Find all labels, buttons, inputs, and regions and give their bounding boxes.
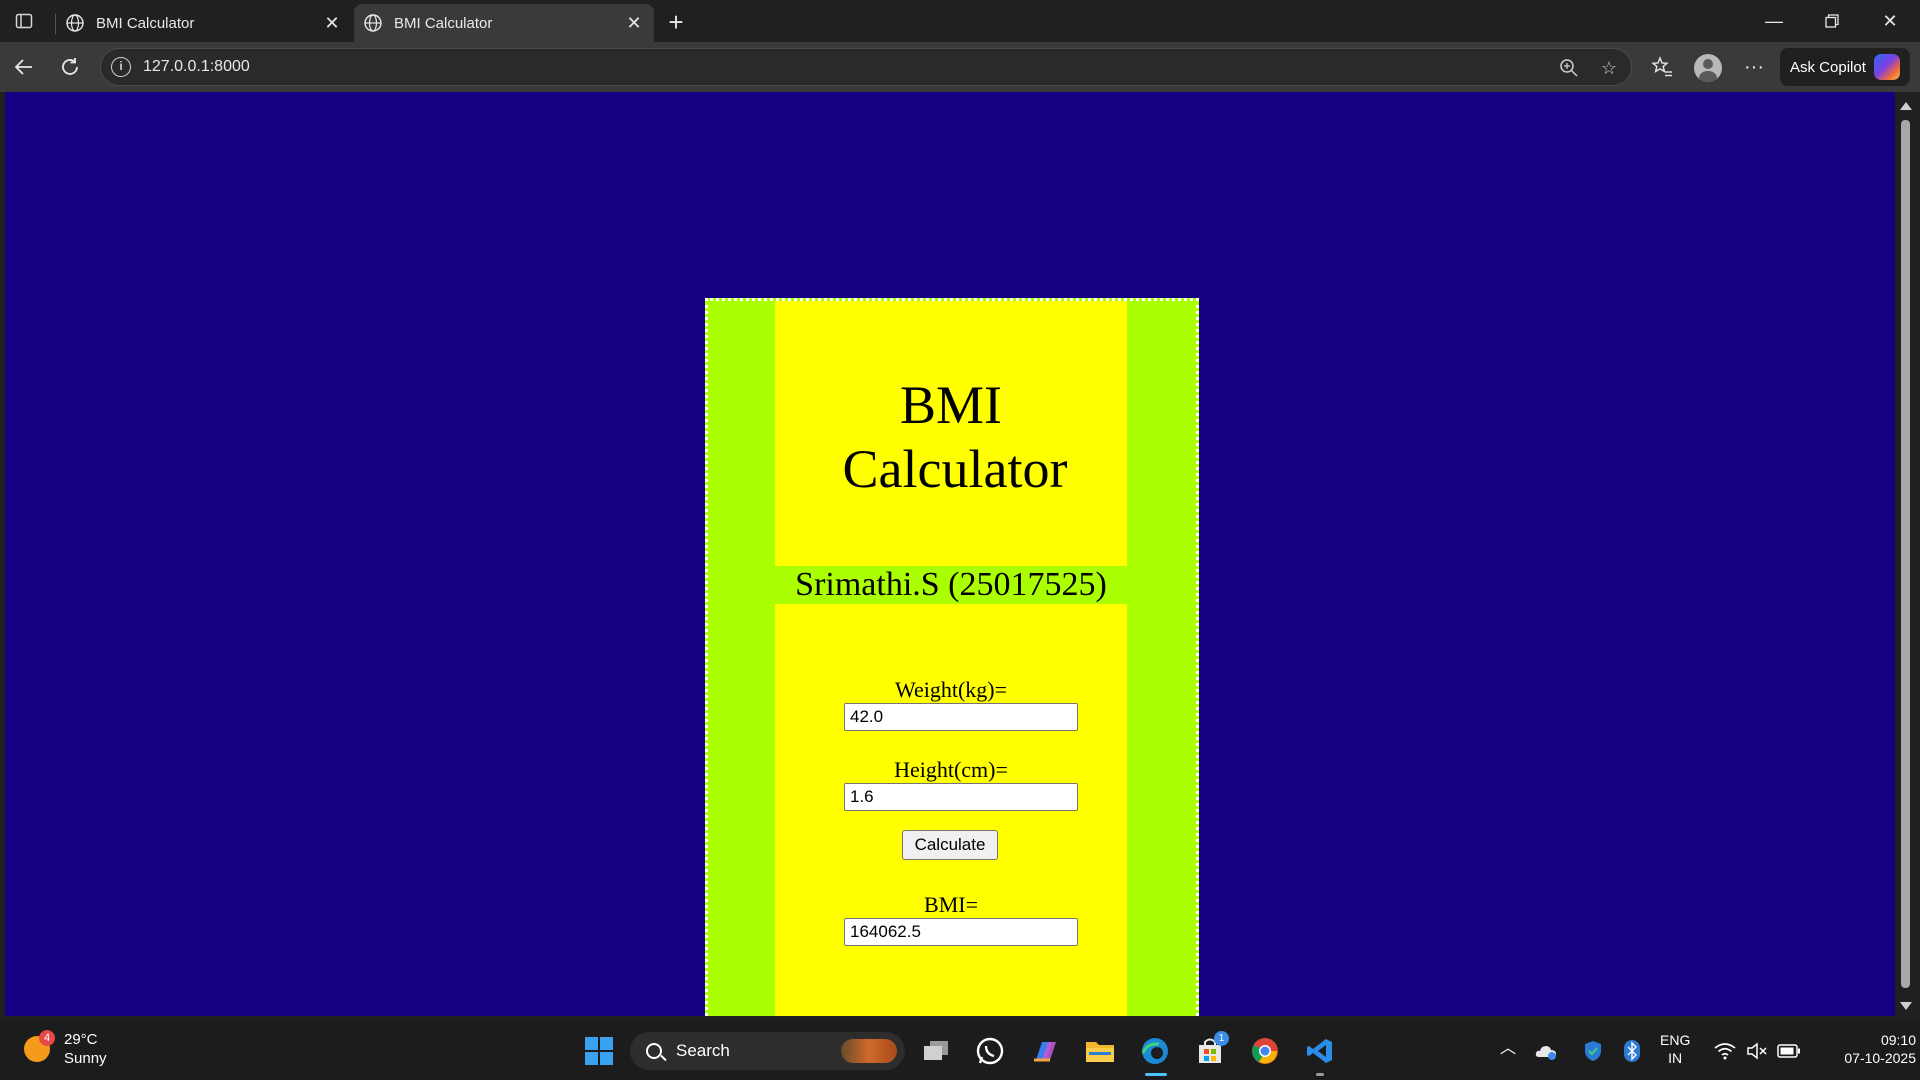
restore-icon[interactable] bbox=[1812, 6, 1852, 36]
site-info-icon[interactable]: i bbox=[111, 57, 131, 77]
show-hidden-icons-icon[interactable]: ︿ bbox=[1500, 1040, 1516, 1058]
onedrive-icon[interactable] bbox=[1531, 1031, 1561, 1071]
ask-copilot-button[interactable]: Ask Copilot bbox=[1780, 48, 1910, 86]
close-tab-icon[interactable]: ✕ bbox=[620, 9, 648, 37]
page-title: BMI Calculator bbox=[775, 373, 1127, 501]
weather-condition: Sunny bbox=[64, 1050, 107, 1067]
task-view-icon[interactable] bbox=[916, 1031, 956, 1071]
store-icon[interactable]: 1 bbox=[1190, 1031, 1230, 1071]
weight-label: Weight(kg)= bbox=[894, 677, 1008, 702]
weather-temp: 29°C bbox=[64, 1031, 98, 1048]
volume-muted-icon[interactable] bbox=[1742, 1031, 1772, 1071]
tab-title: BMI Calculator bbox=[394, 14, 493, 32]
vscode-icon[interactable] bbox=[1300, 1031, 1340, 1071]
clock[interactable]: 09:10 07-10-2025 bbox=[1806, 1031, 1916, 1067]
minimize-icon[interactable]: — bbox=[1754, 6, 1794, 36]
whatsapp-icon[interactable] bbox=[970, 1031, 1010, 1071]
security-shield-icon[interactable] bbox=[1578, 1031, 1608, 1071]
tab-actions-icon[interactable] bbox=[12, 9, 36, 33]
calculate-button[interactable]: Calculate bbox=[902, 830, 998, 860]
refresh-icon[interactable] bbox=[54, 51, 86, 83]
favorite-star-icon[interactable]: ☆ bbox=[1597, 56, 1621, 80]
tab-bmi-calculator-1[interactable]: BMI Calculator ✕ bbox=[56, 4, 352, 42]
start-icon[interactable] bbox=[579, 1031, 619, 1071]
running-app-indicator bbox=[1316, 1073, 1324, 1076]
bmi-label: BMI= bbox=[924, 892, 978, 917]
search-icon bbox=[646, 1043, 662, 1059]
more-options-icon[interactable]: ··· bbox=[1738, 51, 1770, 83]
edge-icon[interactable] bbox=[1135, 1031, 1175, 1071]
language-line-1: ENG bbox=[1660, 1032, 1691, 1048]
vertical-scrollbar[interactable] bbox=[1895, 92, 1915, 1016]
zoom-icon[interactable] bbox=[1557, 56, 1581, 80]
weather-widget[interactable]: 4 29°C Sunny bbox=[24, 1030, 107, 1068]
battery-icon[interactable] bbox=[1774, 1031, 1804, 1071]
page-viewport: BMI Calculator Srimathi.S (25017525) Wei… bbox=[5, 92, 1895, 1016]
weather-badge: 4 bbox=[39, 1030, 55, 1046]
search-label: Search bbox=[676, 1041, 730, 1060]
weight-input[interactable]: 42.0 bbox=[844, 703, 1078, 731]
new-tab-icon[interactable]: + bbox=[660, 6, 692, 38]
copilot-app-icon[interactable] bbox=[1025, 1031, 1065, 1071]
language-line-2: IN bbox=[1668, 1050, 1683, 1066]
taskbar-search[interactable]: Search bbox=[630, 1032, 905, 1070]
taskbar: 4 29°C Sunny Search 1 ︿ ENG IN 09:10 07-… bbox=[0, 1022, 1920, 1080]
calculator-container: BMI Calculator Srimathi.S (25017525) Wei… bbox=[705, 298, 1199, 1016]
scroll-thumb[interactable] bbox=[1901, 120, 1910, 988]
globe-icon bbox=[64, 12, 86, 34]
title-line-2: Calculator bbox=[842, 439, 1068, 499]
copilot-label: Ask Copilot bbox=[1790, 58, 1866, 76]
clock-date: 07-10-2025 bbox=[1844, 1050, 1916, 1066]
tab-title: BMI Calculator bbox=[96, 14, 195, 32]
clock-time: 09:10 bbox=[1880, 1032, 1916, 1048]
language-indicator[interactable]: ENG IN bbox=[1660, 1031, 1690, 1067]
copilot-icon bbox=[1873, 54, 1900, 80]
height-input[interactable]: 1.6 bbox=[844, 783, 1078, 811]
globe-icon bbox=[362, 12, 384, 34]
back-icon[interactable] bbox=[8, 51, 40, 83]
address-bar[interactable]: i 127.0.0.1:8000 ☆ bbox=[100, 48, 1632, 86]
search-highlight-image bbox=[841, 1039, 897, 1063]
browser-toolbar: i 127.0.0.1:8000 ☆ ··· Ask Copilot bbox=[0, 42, 1920, 92]
close-window-icon[interactable]: ✕ bbox=[1870, 6, 1910, 36]
student-name: Srimathi.S (25017525) bbox=[775, 566, 1127, 604]
chrome-icon[interactable] bbox=[1245, 1031, 1285, 1071]
file-explorer-icon[interactable] bbox=[1080, 1031, 1120, 1071]
tab-bmi-calculator-2[interactable]: BMI Calculator ✕ bbox=[354, 4, 654, 42]
close-tab-icon[interactable]: ✕ bbox=[318, 9, 346, 37]
height-label: Height(cm)= bbox=[894, 757, 1008, 782]
sun-icon: 4 bbox=[24, 1030, 55, 1062]
active-app-indicator bbox=[1145, 1073, 1167, 1076]
bmi-output[interactable]: 164062.5 bbox=[844, 918, 1078, 946]
scroll-up-icon[interactable] bbox=[1900, 102, 1912, 110]
title-line-1: BMI bbox=[899, 375, 1002, 435]
calculator-panel: BMI Calculator Srimathi.S (25017525) Wei… bbox=[775, 301, 1127, 1016]
bluetooth-icon[interactable] bbox=[1617, 1031, 1647, 1071]
url-text[interactable]: 127.0.0.1:8000 bbox=[143, 58, 250, 76]
profile-avatar[interactable] bbox=[1694, 54, 1722, 82]
tab-strip: BMI Calculator ✕ BMI Calculator ✕ + — ✕ bbox=[0, 0, 1920, 42]
wifi-icon[interactable] bbox=[1710, 1031, 1740, 1071]
scroll-down-icon[interactable] bbox=[1900, 1002, 1912, 1010]
favorites-icon[interactable] bbox=[1646, 51, 1678, 83]
store-badge: 1 bbox=[1214, 1031, 1229, 1046]
